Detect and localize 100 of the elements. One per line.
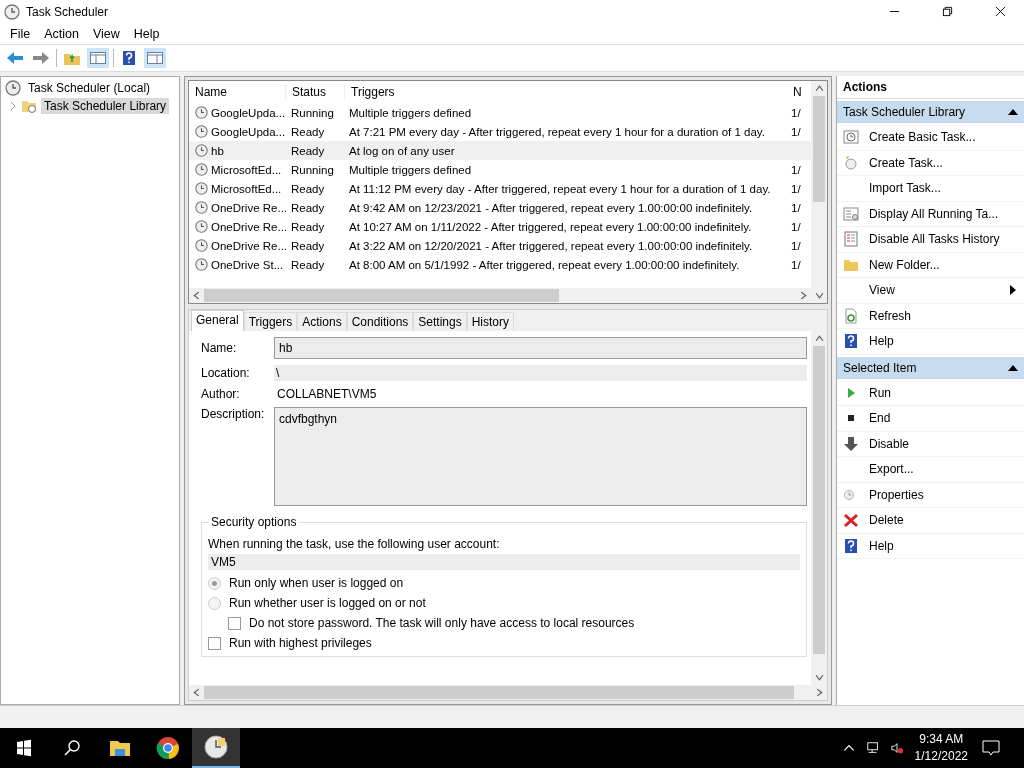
table-cell[interactable]: GoogleUpda... bbox=[211, 125, 286, 138]
menu-item[interactable]: View bbox=[86, 26, 126, 41]
tree-item[interactable]: Task Scheduler (Local) bbox=[25, 80, 154, 96]
column-header[interactable]: Status bbox=[286, 85, 345, 99]
column-header[interactable]: N bbox=[791, 85, 807, 99]
author-value: COLLABNET\VM5 bbox=[276, 387, 377, 401]
option-label: Do not store password. The task will only have access to local resources bbox=[249, 616, 635, 630]
command-link[interactable]: End bbox=[869, 411, 1024, 426]
command-link[interactable]: Refresh bbox=[869, 308, 1024, 323]
command-link[interactable]: Help bbox=[869, 334, 1024, 349]
notification-icon[interactable] bbox=[982, 740, 1000, 756]
column-header[interactable]: Name bbox=[189, 85, 286, 99]
table-cell-text: At 9:42 AM on 12/23/2021 - After triggered, repeat every 1.00:00:00 indefinitely. bbox=[348, 201, 754, 214]
table-cell-text: Running bbox=[290, 163, 335, 176]
tree-item[interactable]: Task Scheduler Library bbox=[41, 98, 170, 114]
pane-icon[interactable] bbox=[87, 48, 109, 68]
tab[interactable]: Triggers bbox=[243, 312, 298, 331]
pane-icon[interactable] bbox=[144, 48, 166, 68]
clock-icon bbox=[195, 106, 208, 119]
table-cell[interactable]: GoogleUpda... bbox=[211, 106, 286, 119]
muted-speaker-icon[interactable] bbox=[889, 741, 904, 755]
table-cell-text: 1/ bbox=[790, 163, 802, 176]
taskbar-app[interactable] bbox=[192, 728, 240, 768]
menu-item[interactable]: Action bbox=[38, 26, 85, 41]
table-cell-text: At log on of any user bbox=[348, 144, 456, 157]
tab[interactable]: Settings bbox=[413, 312, 467, 331]
clock-icon bbox=[195, 258, 208, 271]
table-cell-text: At 8:00 AM on 5/1/1992 - After triggered, repeat every 1.00:00:00 indefinitely. bbox=[348, 258, 741, 271]
table-cell[interactable]: OneDrive Re... bbox=[211, 201, 288, 214]
down-arrow-icon bbox=[843, 435, 859, 452]
table-cell[interactable]: OneDrive Re... bbox=[211, 239, 288, 252]
table-cell-text: Ready bbox=[290, 201, 326, 214]
table-cell-text: 1/ bbox=[790, 220, 802, 233]
table-cell-text: Ready bbox=[290, 220, 326, 233]
scrollbar-thumb[interactable] bbox=[204, 686, 794, 699]
clock-icon bbox=[195, 125, 208, 138]
checkbox[interactable] bbox=[228, 616, 241, 630]
tab[interactable]: General bbox=[191, 310, 244, 331]
tab[interactable]: Conditions bbox=[346, 312, 414, 331]
command-link[interactable]: Properties bbox=[869, 487, 1024, 502]
scrollbar-thumb[interactable] bbox=[813, 346, 825, 654]
command-link[interactable]: New Folder... bbox=[869, 257, 1024, 272]
scrollbar-thumb[interactable] bbox=[813, 96, 825, 202]
table-cell-text: At 10:27 AM on 1/11/2022 - After triggered, repeat every 1.00:00:00 indefinitely. bbox=[348, 220, 753, 233]
command-link[interactable]: Export... bbox=[869, 462, 1024, 477]
document-icon bbox=[843, 231, 859, 248]
menu-item[interactable]: Help bbox=[127, 26, 166, 41]
help-icon bbox=[843, 333, 859, 350]
section-header[interactable]: Selected Item bbox=[837, 356, 1024, 379]
window-title: Task Scheduler bbox=[26, 4, 109, 19]
tab[interactable]: Actions bbox=[297, 312, 347, 331]
field-label: Name: bbox=[201, 341, 238, 355]
table-cell-text: 1/ bbox=[790, 201, 802, 214]
table-cell-text: 1/ bbox=[790, 239, 802, 252]
table-cell-text: At 11:12 PM every day - After triggered, repeat every 1 hour for a duration of 1 day. bbox=[348, 182, 772, 195]
table-cell-text: At 3:22 AM on 12/20/2021 - After triggered, repeat every 1.00:00:00 indefinitely. bbox=[348, 239, 754, 252]
name-field[interactable]: hb bbox=[274, 337, 807, 359]
help-icon bbox=[843, 537, 859, 554]
column-header[interactable]: Triggers bbox=[345, 85, 791, 99]
table-cell[interactable]: hb bbox=[211, 144, 224, 157]
description-field[interactable]: cdvfbgthyn bbox=[274, 407, 807, 506]
collapse-arrow-icon[interactable] bbox=[1008, 364, 1018, 371]
scrollbar-thumb[interactable] bbox=[204, 289, 560, 302]
collapse-arrow-icon[interactable] bbox=[1008, 109, 1018, 115]
menu-item[interactable]: File bbox=[4, 26, 37, 41]
clock[interactable]: 9:34 AM 1/12/2022 bbox=[914, 731, 968, 765]
table-cell-text: 1/ bbox=[790, 106, 802, 119]
table-cell-text: Multiple triggers defined bbox=[348, 106, 473, 119]
table-cell-text: At 7:21 PM every day - After triggered, repeat every 1 hour for a duration of 1 day. bbox=[348, 125, 766, 138]
task-list-icon bbox=[843, 205, 859, 222]
command-link[interactable]: Display All Running Ta... bbox=[869, 206, 1024, 221]
tab[interactable]: History bbox=[466, 312, 515, 331]
command-link[interactable]: Help bbox=[869, 538, 1024, 553]
clock-icon bbox=[195, 201, 208, 214]
command-link[interactable]: Import Task... bbox=[869, 181, 1024, 196]
account-label: When running the task, use the following user account: bbox=[208, 537, 501, 551]
network-icon[interactable] bbox=[865, 741, 880, 755]
command-link[interactable]: Create Task... bbox=[869, 155, 1024, 170]
table-cell-text: Ready bbox=[290, 258, 326, 271]
table-cell-text: Running bbox=[290, 106, 335, 119]
clock-icon bbox=[204, 735, 228, 759]
clock-date: 1/12/2022 bbox=[914, 748, 968, 765]
command-link[interactable]: Create Basic Task... bbox=[869, 130, 1024, 145]
option-label: Run whether user is logged on or not bbox=[229, 596, 426, 610]
clock-icon bbox=[843, 129, 859, 146]
checkbox[interactable] bbox=[208, 636, 221, 650]
table-cell[interactable]: OneDrive Re... bbox=[211, 220, 288, 233]
command-link[interactable]: View bbox=[869, 283, 1010, 298]
table-cell[interactable]: MicrosoftEd... bbox=[211, 163, 282, 176]
close-icon[interactable] bbox=[995, 6, 1006, 17]
maximize-icon[interactable] bbox=[942, 6, 953, 17]
command-link[interactable]: Run bbox=[869, 385, 1024, 400]
command-link[interactable]: Disable bbox=[869, 436, 1024, 451]
command-link[interactable]: Delete bbox=[869, 513, 1024, 528]
table-cell[interactable]: MicrosoftEd... bbox=[211, 182, 282, 195]
table-cell-text: Multiple triggers defined bbox=[348, 163, 473, 176]
table-cell[interactable]: OneDrive St... bbox=[211, 258, 284, 271]
clock-icon bbox=[843, 488, 855, 501]
section-header[interactable]: Task Scheduler Library bbox=[837, 101, 1024, 123]
command-link[interactable]: Disable All Tasks History bbox=[869, 232, 1024, 247]
